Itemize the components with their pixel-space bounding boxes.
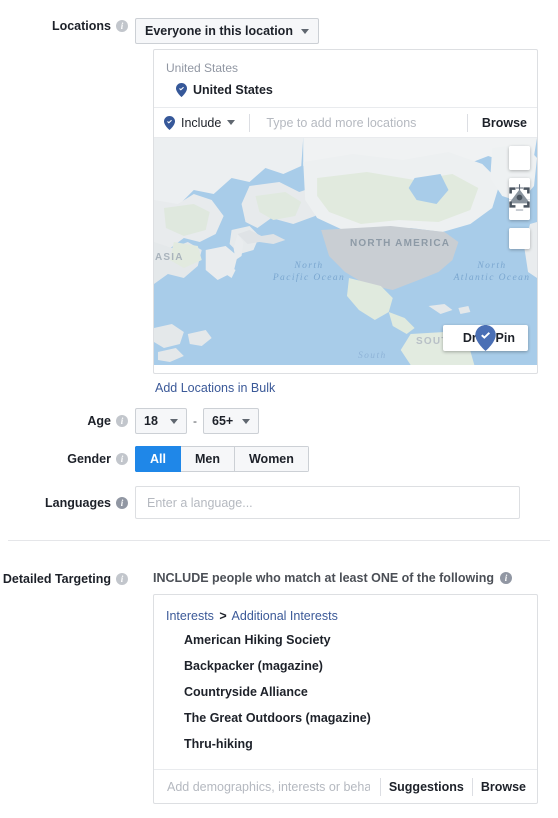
chevron-down-icon (170, 418, 178, 424)
gender-segmented-control: All Men Women (135, 446, 309, 472)
detailed-targeting-caption: INCLUDE people who match at least ONE of… (153, 571, 512, 585)
languages-label: Languages i (0, 495, 135, 511)
include-exclude-select[interactable]: Include (164, 115, 236, 130)
location-targeting-mode-select[interactable]: Everyone in this location (135, 18, 319, 44)
locations-label-text: Locations (51, 19, 111, 33)
map-controls: + − (509, 146, 530, 249)
detailed-targeting-caption-text: INCLUDE people who match at least ONE of… (153, 571, 494, 585)
info-icon[interactable]: i (500, 572, 512, 584)
gender-row: Gender i All Men Women (0, 446, 309, 472)
suggestions-button[interactable]: Suggestions (389, 780, 464, 794)
location-targeting-mode-value: Everyone in this location (145, 24, 293, 38)
chevron-down-icon (242, 418, 251, 424)
location-map[interactable]: North Pacific Ocean North Atlantic Ocean A… (154, 138, 537, 365)
include-label: Include (181, 115, 222, 130)
detailed-targeting-input-bar: Suggestions Browse (154, 769, 537, 803)
age-label-text: Age (87, 414, 111, 428)
info-icon[interactable]: i (116, 453, 128, 465)
detailed-targeting-label-text: Detailed Targeting (2, 572, 111, 586)
locations-panel: United States United States Include Brow… (153, 49, 538, 374)
selected-location-name: United States (193, 83, 273, 97)
divider (379, 777, 381, 796)
location-search-bar: Include Browse (154, 107, 537, 138)
info-icon[interactable]: i (116, 573, 128, 585)
languages-input[interactable] (135, 486, 520, 519)
info-icon[interactable]: i (116, 496, 128, 509)
recenter-icon[interactable] (509, 187, 530, 249)
divider (249, 113, 251, 132)
age-label: Age i (0, 413, 135, 429)
info-icon[interactable]: i (116, 415, 128, 427)
map-pin-icon (176, 83, 187, 97)
section-divider (8, 540, 550, 541)
gender-label-text: Gender (67, 452, 111, 466)
detailed-targeting-browse-button[interactable]: Browse (481, 780, 526, 794)
age-range-separator: - (193, 414, 197, 428)
list-item[interactable]: Backpacker (magazine) (154, 653, 537, 679)
age-max-select[interactable]: 65+ (203, 408, 260, 434)
list-item[interactable]: Thru-hiking (154, 731, 537, 757)
location-group-title: United States (166, 61, 239, 75)
detailed-targeting-input[interactable] (165, 778, 372, 795)
detailed-targeting-label: Detailed Targeting i (0, 571, 135, 587)
gender-option-men[interactable]: Men (180, 446, 235, 472)
age-max-value: 65+ (212, 414, 234, 428)
gender-option-all[interactable]: All (135, 446, 181, 472)
languages-row: Languages i (0, 486, 520, 519)
map-pin-icon (164, 115, 175, 130)
list-item[interactable]: American Hiking Society (154, 627, 537, 653)
age-row: Age i 18 - 65+ (0, 408, 260, 434)
location-search-input[interactable] (264, 114, 453, 131)
selected-location-item[interactable]: United States (154, 79, 537, 107)
info-icon[interactable]: i (116, 20, 128, 32)
chevron-down-icon (227, 120, 236, 125)
detailed-targeting-panel: Interests > Additional Interests America… (153, 594, 538, 804)
languages-label-text: Languages (45, 495, 111, 510)
gender-option-women[interactable]: Women (234, 446, 309, 472)
crumb-link[interactable]: Interests (166, 609, 214, 623)
detailed-targeting-label-row: Detailed Targeting i (0, 571, 135, 587)
list-item[interactable]: The Great Outdoors (magazine) (154, 705, 537, 731)
chevron-down-icon (300, 28, 309, 34)
location-browse-button[interactable]: Browse (482, 116, 527, 130)
add-locations-in-bulk-link[interactable]: Add Locations in Bulk (155, 381, 275, 395)
gender-label: Gender i (0, 451, 135, 467)
audience-targeting-form: Locations i Everyone in this location Un… (0, 0, 558, 818)
locations-row: Locations i Everyone in this location (0, 18, 319, 44)
age-min-select[interactable]: 18 (135, 408, 187, 434)
crumb-link[interactable]: Additional Interests (232, 609, 338, 623)
locations-label: Locations i (0, 18, 135, 34)
age-min-value: 18 (144, 414, 158, 428)
list-item[interactable]: Countryside Alliance (154, 679, 537, 705)
divider (471, 777, 473, 796)
divider (466, 113, 468, 132)
breadcrumb: Interests > Additional Interests (154, 595, 537, 627)
breadcrumb-separator: > (219, 609, 227, 623)
drop-pin-button[interactable]: Drop Pin (442, 325, 528, 351)
map-recenter-group (509, 187, 530, 249)
